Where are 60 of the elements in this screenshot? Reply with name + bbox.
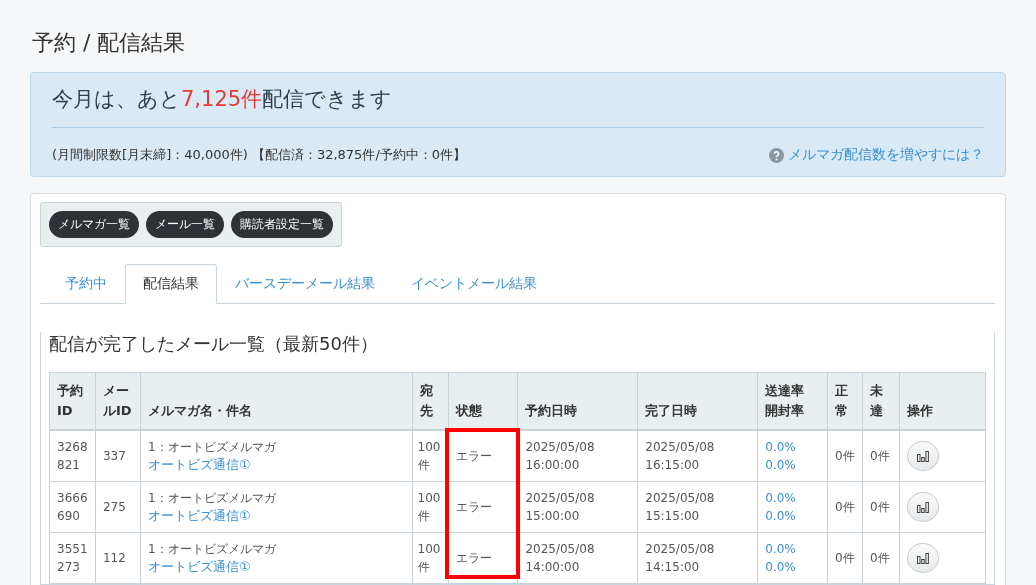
tab[interactable]: イベントメール結果 — [393, 264, 555, 304]
tab[interactable]: 予約中 — [47, 264, 125, 304]
nav-button[interactable]: 購読者設定一覧 — [231, 211, 333, 238]
table-cell: 0件 — [862, 481, 900, 533]
table-cell: 3666690 — [49, 481, 96, 533]
stats-button[interactable] — [907, 492, 940, 522]
table-cell: 2025/05/08 15:00:00 — [517, 481, 638, 533]
stats-button[interactable] — [907, 441, 940, 471]
column-header: 状態 — [448, 372, 518, 430]
column-header: 正常 — [827, 372, 863, 430]
rate-link[interactable]: 0.0% — [765, 438, 822, 456]
tab[interactable]: バースデーメール結果 — [217, 264, 393, 304]
table-cell: 0件 — [862, 430, 900, 482]
rate-link[interactable]: 0.0% — [765, 558, 822, 576]
magazine-name: 1：オートビズメルマガ — [147, 439, 277, 456]
help-link[interactable]: メルマガ配信数を増やすには？ — [769, 146, 984, 164]
magazine-name: 1：オートビズメルマガ — [147, 541, 277, 558]
table-cell: 0件 — [827, 481, 863, 533]
table-cell: 0件 — [827, 430, 863, 482]
column-header: メルマガ名・件名 — [140, 372, 413, 430]
column-header: 予約ID — [49, 372, 96, 430]
column-header: 操作 — [899, 372, 986, 430]
table-cell: 275 — [95, 481, 141, 533]
rate-link[interactable]: 0.0% — [765, 489, 822, 507]
column-header: 予約日時 — [517, 372, 638, 430]
column-header: 送達率開封率 — [757, 372, 828, 430]
nav-button[interactable]: メール一覧 — [146, 211, 224, 238]
column-header: 宛先 — [412, 372, 449, 430]
table-cell: 2025/05/08 16:00:00 — [517, 430, 638, 482]
section-title: 配信が完了したメール一覧（最新50件） — [49, 332, 379, 356]
bar-chart-icon — [917, 450, 930, 462]
table-cell: 2025/05/08 14:15:00 — [637, 532, 758, 584]
help-icon — [769, 147, 784, 163]
rate-link[interactable]: 0.0% — [765, 456, 822, 474]
column-header: 完了日時 — [637, 372, 758, 430]
column-header: メールID — [95, 372, 141, 430]
table-cell: 337 — [95, 430, 141, 482]
page-title: 予約 / 配信結果 — [32, 29, 187, 57]
stats-button[interactable] — [907, 543, 940, 573]
table-cell: 0件 — [862, 532, 900, 584]
column-header: 未達 — [862, 372, 900, 430]
table-cell: 0件 — [827, 532, 863, 584]
rate-link[interactable]: 0.0% — [765, 507, 822, 525]
rate-link[interactable]: 0.0% — [765, 540, 822, 558]
bar-chart-icon — [917, 552, 930, 564]
table-cell: 2025/05/08 16:15:00 — [637, 430, 758, 482]
subject-link[interactable]: オートビズ通信① — [147, 558, 406, 576]
subject-link[interactable]: オートビズ通信① — [147, 456, 406, 474]
magazine-name: 1：オートビズメルマガ — [147, 490, 277, 507]
table-cell: 2025/05/08 14:00:00 — [517, 532, 638, 584]
bar-chart-icon — [917, 501, 930, 513]
nav-button[interactable]: メルマガ一覧 — [49, 211, 139, 238]
table-cell: 112 — [95, 532, 141, 584]
table-cell: 3551273 — [49, 532, 96, 584]
tab[interactable]: 配信結果 — [125, 264, 217, 304]
table-cell: 2025/05/08 15:15:00 — [637, 481, 758, 533]
quota-detail: (月間制限数[月末締]：40,000件) 【配信済：32,875件/予約中：0件】 — [52, 146, 467, 164]
quota-headline: 今月は、あと 7,125件配信できます — [52, 85, 984, 128]
subject-link[interactable]: オートビズ通信① — [147, 507, 406, 525]
table-cell: 3268821 — [49, 430, 96, 482]
